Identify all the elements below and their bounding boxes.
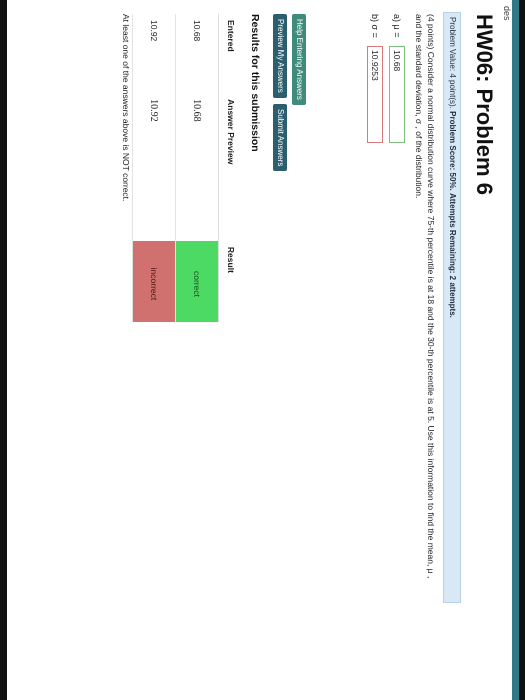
table-row: 10.68 10.68 correct: [175, 14, 219, 322]
problem-score: Problem Score: 50%.: [448, 111, 457, 191]
problem-text: (4 points) Consider a normal distributio…: [414, 14, 436, 579]
top-bar: [512, 0, 519, 700]
page-title: HW06: Problem 6: [472, 14, 497, 195]
answer-row-sd: b) σ = 10.9253: [367, 14, 383, 143]
table-row: 10.92 10.92 incorrect: [132, 14, 176, 322]
header-preview: Answer Preview: [218, 93, 243, 241]
preview-cell: 10.68: [175, 93, 219, 241]
breadcrumb[interactable]: des: [502, 6, 512, 21]
help-entering-answers-button[interactable]: Help Entering Answers: [292, 14, 306, 105]
result-correct-cell: correct: [175, 240, 219, 322]
result-incorrect-cell: incorrect: [132, 240, 176, 322]
mean-answer-input[interactable]: 10.68: [389, 46, 405, 143]
results-title: Results for this submission: [249, 14, 261, 152]
header-entered: Entered: [218, 14, 243, 94]
entered-cell: 10.92: [132, 14, 176, 94]
problem-value: Problem Value: 4 point(s).: [448, 17, 457, 109]
webwork-screen: des HW06: Problem 6 Problem Value: 4 poi…: [7, 0, 519, 700]
results-note: At least one of the answers above is NOT…: [121, 14, 131, 202]
answer-row-mean: a) μ = 10.68: [389, 14, 405, 143]
preview-answers-button[interactable]: Preview My Answers: [273, 14, 287, 98]
results-table: Entered Answer Preview Result 10.68 10.6…: [132, 14, 243, 322]
submit-answers-button[interactable]: Submit Answers: [273, 104, 287, 172]
attempts-remaining: Attempts Remaining: 2 attempts.: [448, 192, 457, 318]
sd-answer-input[interactable]: 10.9253: [367, 46, 383, 143]
results-header-row: Entered Answer Preview Result: [218, 14, 243, 322]
answer-label-sd: b) σ =: [370, 14, 380, 38]
header-result: Result: [218, 240, 243, 322]
answer-label-mean: a) μ =: [392, 14, 402, 38]
preview-cell: 10.92: [132, 93, 176, 241]
problem-info-bar: Problem Value: 4 point(s). Problem Score…: [443, 12, 461, 603]
entered-cell: 10.68: [175, 14, 219, 94]
